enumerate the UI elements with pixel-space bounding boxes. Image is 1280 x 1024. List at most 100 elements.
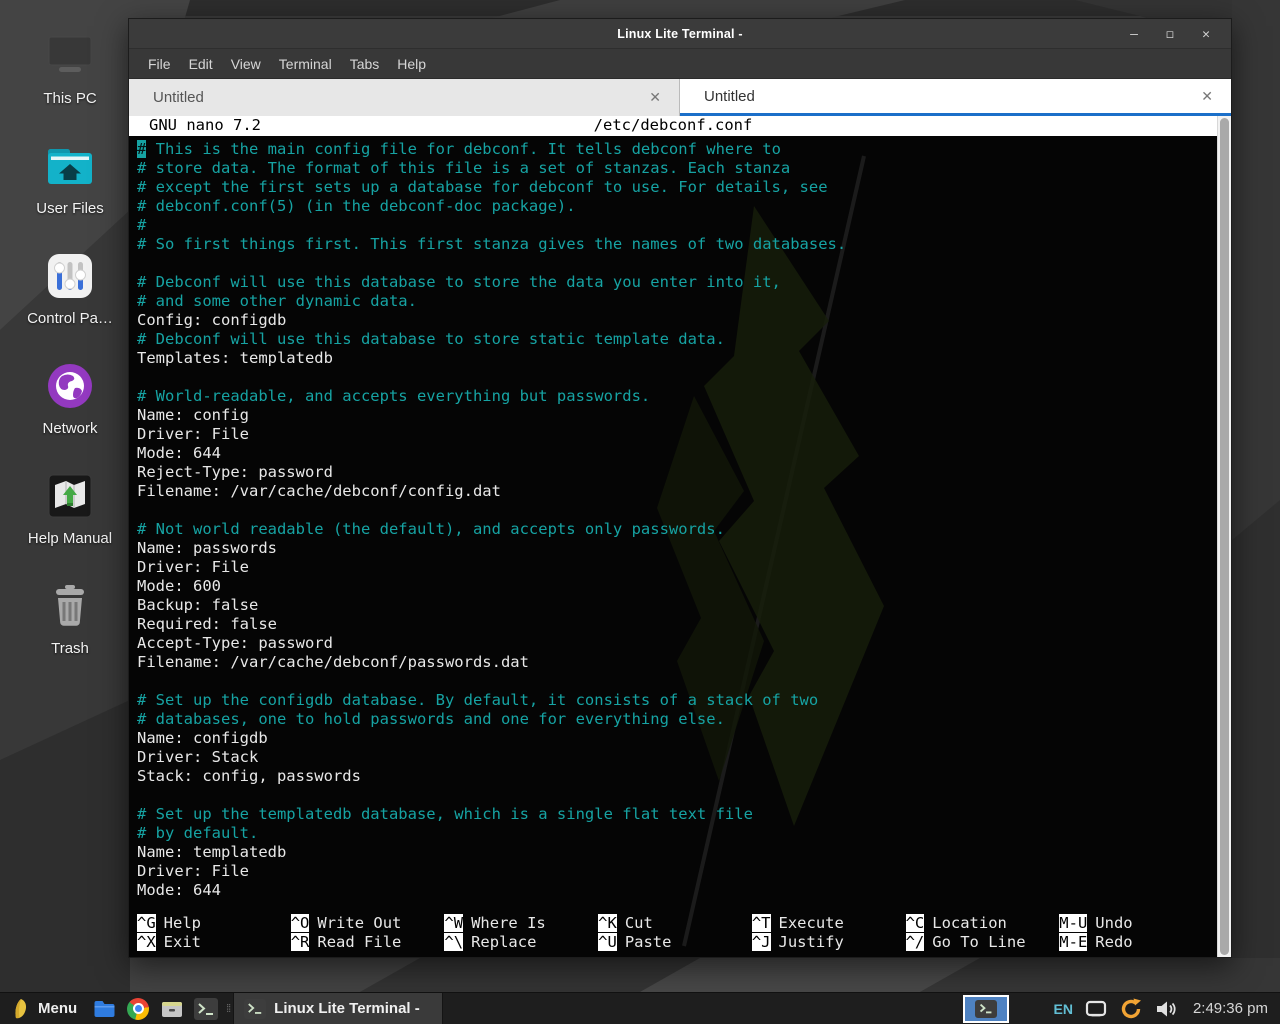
shortcut-key: ^T: [752, 914, 771, 932]
tab-label: Untitled: [153, 89, 204, 106]
buffer-line: [137, 254, 1217, 273]
tab-close-icon[interactable]: ✕: [1201, 88, 1213, 105]
scrollbar-thumb[interactable]: [1220, 118, 1229, 955]
terminal-icon: [975, 1000, 997, 1018]
nano-buffer[interactable]: # This is the main config file for debco…: [137, 140, 1217, 900]
terminal-window: Linux Lite Terminal - – ◻ ✕ FileEditView…: [128, 18, 1232, 958]
close-button[interactable]: ✕: [1195, 23, 1217, 45]
folder-home-icon: [42, 138, 98, 194]
nano-shortcut: ^OWrite Out: [291, 914, 445, 933]
buffer-line: Backup: false: [137, 596, 1217, 615]
buffer-line: [137, 786, 1217, 805]
nano-editor[interactable]: GNU nano 7.2 /etc/debconf.conf # This is…: [129, 116, 1217, 957]
shortcut-label: Write Out: [309, 914, 401, 932]
buffer-line: # So first things first. This first stan…: [137, 235, 1217, 254]
tab-close-icon[interactable]: ✕: [649, 89, 661, 106]
terminal-icon: [194, 998, 218, 1020]
buffer-line: Stack: config, passwords: [137, 767, 1217, 786]
menu-button[interactable]: Menu: [0, 993, 87, 1024]
terminal-launcher[interactable]: [189, 993, 223, 1024]
desktop-icon-control-panel[interactable]: Control Pa…: [14, 248, 126, 327]
buffer-line: [137, 368, 1217, 387]
shortcut-label: Justify: [771, 933, 844, 951]
nano-shortcut: ^TExecute: [752, 914, 906, 933]
chrome-launcher[interactable]: [121, 993, 155, 1024]
nano-title-bar: GNU nano 7.2 /etc/debconf.conf: [129, 116, 1217, 136]
control-panel-icon: [42, 248, 98, 304]
buffer-line: # Debconf will use this database to stor…: [137, 273, 1217, 292]
taskbar-handle[interactable]: ⁞⁞: [223, 993, 233, 1024]
shortcut-label: Location: [924, 914, 1007, 932]
nano-shortcut: ^CLocation: [906, 914, 1060, 933]
desktop-icon-trash[interactable]: Trash: [14, 578, 126, 657]
buffer-line: Driver: File: [137, 425, 1217, 444]
text-cursor: #: [137, 140, 146, 158]
title-bar[interactable]: Linux Lite Terminal - – ◻ ✕: [129, 19, 1231, 49]
menu-help[interactable]: Help: [388, 56, 435, 72]
desktop: { "window": { "title": "Linux Lite Termi…: [0, 0, 1280, 1024]
buffer-line: Driver: File: [137, 558, 1217, 577]
buffer-line: Mode: 644: [137, 444, 1217, 463]
menu-edit[interactable]: Edit: [180, 56, 222, 72]
maximize-button[interactable]: ◻: [1159, 23, 1181, 45]
update-notifier-icon[interactable]: [1119, 997, 1143, 1021]
scrollbar[interactable]: [1217, 116, 1231, 957]
volume-icon[interactable]: [1155, 999, 1177, 1019]
trash-icon: [42, 578, 98, 634]
window-title: Linux Lite Terminal -: [617, 27, 743, 41]
nano-shortcut: ^UPaste: [598, 933, 752, 952]
desktop-icon-this-pc[interactable]: This PC: [14, 28, 126, 107]
menu-view[interactable]: View: [222, 56, 270, 72]
shortcut-key: ^X: [137, 933, 156, 951]
nano-shortcut: ^\Replace: [444, 933, 598, 952]
nano-shortcut: ^RRead File: [291, 933, 445, 952]
nano-shortcut: ^WWhere Is: [444, 914, 598, 933]
tab-untitled-1[interactable]: Untitled ✕: [129, 79, 680, 116]
terminal-icon: [244, 999, 266, 1019]
nano-shortcut-bar: ^GHelp^OWrite Out^WWhere Is^KCut^TExecut…: [137, 914, 1213, 952]
buffer-line: # Set up the configdb database. By defau…: [137, 691, 1217, 710]
clock[interactable]: 2:49:36 pm: [1189, 1000, 1268, 1017]
shortcut-label: Where Is: [463, 914, 546, 932]
terminal-area[interactable]: GNU nano 7.2 /etc/debconf.conf # This is…: [129, 116, 1231, 957]
buffer-line: #: [137, 216, 1217, 235]
minimize-button[interactable]: –: [1123, 23, 1145, 45]
desktop-icon-label: Network: [14, 420, 126, 437]
shortcut-key: ^J: [752, 933, 771, 951]
display-tray-icon[interactable]: [1085, 1000, 1107, 1018]
buffer-line: Driver: File: [137, 862, 1217, 881]
shortcut-key: ^\: [444, 933, 463, 951]
nano-shortcut: ^XExit: [137, 933, 291, 952]
buffer-line: # databases, one to hold passwords and o…: [137, 710, 1217, 729]
buffer-line: Name: configdb: [137, 729, 1217, 748]
desktop-icon-help-manual[interactable]: Help Manual: [14, 468, 126, 547]
menu-bar: FileEditViewTerminalTabsHelp: [129, 49, 1231, 79]
buffer-line: Name: passwords: [137, 539, 1217, 558]
desktop-icon-network[interactable]: Network: [14, 358, 126, 437]
chrome-icon: [127, 998, 149, 1020]
menu-file[interactable]: File: [139, 56, 180, 72]
menu-terminal[interactable]: Terminal: [270, 56, 341, 72]
shortcut-label: Paste: [617, 933, 672, 951]
shortcut-label: Execute: [771, 914, 844, 932]
shortcut-label: Cut: [617, 914, 653, 932]
nano-filename: /etc/debconf.conf: [129, 116, 1217, 135]
linux-lite-logo-icon: [12, 998, 30, 1020]
file-manager-launcher[interactable]: [87, 993, 121, 1024]
nano-shortcut: ^/Go To Line: [906, 933, 1060, 952]
menu-tabs[interactable]: Tabs: [341, 56, 389, 72]
help-manual-icon: [42, 468, 98, 524]
buffer-line: Name: templatedb: [137, 843, 1217, 862]
workspace-pager[interactable]: [963, 995, 1009, 1023]
task-button-terminal[interactable]: Linux Lite Terminal -: [233, 993, 443, 1024]
keyboard-layout-indicator[interactable]: EN: [1053, 1001, 1072, 1017]
desktop-icon-label: This PC: [14, 90, 126, 107]
desktop-icon-user-files[interactable]: User Files: [14, 138, 126, 217]
tab-untitled-2[interactable]: Untitled ✕: [680, 79, 1231, 116]
file-manager-icon: [93, 999, 116, 1019]
buffer-line: Mode: 644: [137, 881, 1217, 900]
shortcut-label: Exit: [156, 933, 201, 951]
archive-manager-launcher[interactable]: [155, 993, 189, 1024]
shortcut-key: ^/: [906, 933, 925, 951]
nano-shortcut: ^JJustify: [752, 933, 906, 952]
